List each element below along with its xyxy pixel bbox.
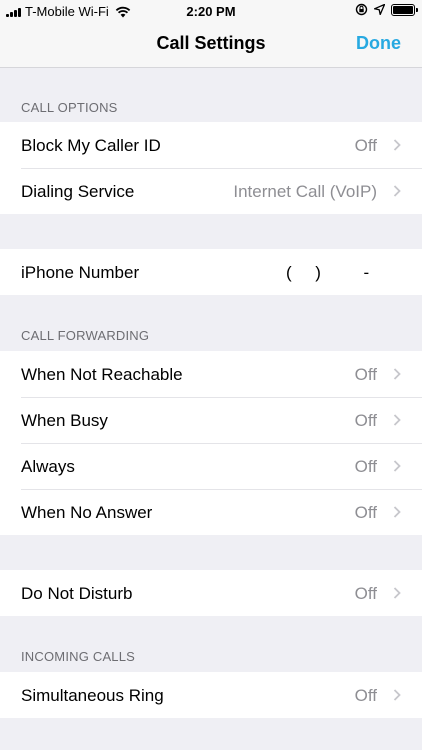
phone-number-value: ( ) - [286, 263, 370, 282]
dialing-service-row[interactable]: Dialing Service Internet Call (VoIP) [0, 168, 422, 214]
row-value: Off [354, 584, 377, 603]
call-forwarding-group: When Not Reachable Off When Busy Off Alw… [0, 351, 422, 535]
row-value: Off [354, 365, 377, 384]
status-bar: T-Mobile Wi-Fi 2:20 PM [0, 0, 422, 22]
row-label: When Not Reachable [21, 365, 183, 384]
lock-rotation-icon [355, 3, 368, 16]
do-not-disturb-row[interactable]: Do Not Disturb Off [0, 570, 422, 616]
phone-number-row: iPhone Number ( ) - [0, 249, 422, 295]
chevron-right-icon [393, 460, 401, 472]
done-button[interactable]: Done [356, 33, 401, 54]
simultaneous-ring-row[interactable]: Simultaneous Ring Off [0, 672, 422, 718]
location-icon [374, 4, 385, 15]
chevron-right-icon [393, 139, 401, 151]
chevron-right-icon [393, 689, 401, 701]
chevron-right-icon [393, 414, 401, 426]
section-header-call-forwarding: CALL FORWARDING [21, 328, 150, 343]
chevron-right-icon [393, 185, 401, 197]
row-value: Off [354, 136, 377, 155]
row-label: iPhone Number [21, 263, 140, 282]
row-value: Off [354, 411, 377, 430]
chevron-right-icon [393, 587, 401, 599]
row-label: When No Answer [21, 503, 153, 522]
row-value: Off [354, 686, 377, 705]
row-value: Off [354, 503, 377, 522]
section-header-incoming-calls: INCOMING CALLS [21, 649, 136, 664]
call-options-group: Block My Caller ID Off Dialing Service I… [0, 122, 422, 214]
incoming-calls-group: Simultaneous Ring Off [0, 672, 422, 718]
row-value: Internet Call (VoIP) [233, 182, 377, 201]
when-no-answer-row[interactable]: When No Answer Off [0, 489, 422, 535]
chevron-right-icon [393, 506, 401, 518]
row-label: Simultaneous Ring [21, 686, 164, 705]
always-row[interactable]: Always Off [0, 443, 422, 489]
battery-icon [391, 3, 418, 16]
block-caller-id-row[interactable]: Block My Caller ID Off [0, 122, 422, 168]
row-value: Off [354, 457, 377, 476]
chevron-right-icon [393, 368, 401, 380]
row-label: Do Not Disturb [21, 584, 133, 603]
phone-number-group: iPhone Number ( ) - [0, 249, 422, 295]
row-label: Always [21, 457, 75, 476]
top-bar: T-Mobile Wi-Fi 2:20 PM Call Settings Don… [0, 0, 422, 68]
when-not-reachable-row[interactable]: When Not Reachable Off [0, 351, 422, 397]
dnd-group: Do Not Disturb Off [0, 570, 422, 616]
row-label: Block My Caller ID [21, 136, 161, 155]
row-label: Dialing Service [21, 182, 135, 201]
section-header-call-options: CALL OPTIONS [21, 100, 118, 115]
status-right [355, 3, 418, 16]
row-label: When Busy [21, 411, 108, 430]
when-busy-row[interactable]: When Busy Off [0, 397, 422, 443]
